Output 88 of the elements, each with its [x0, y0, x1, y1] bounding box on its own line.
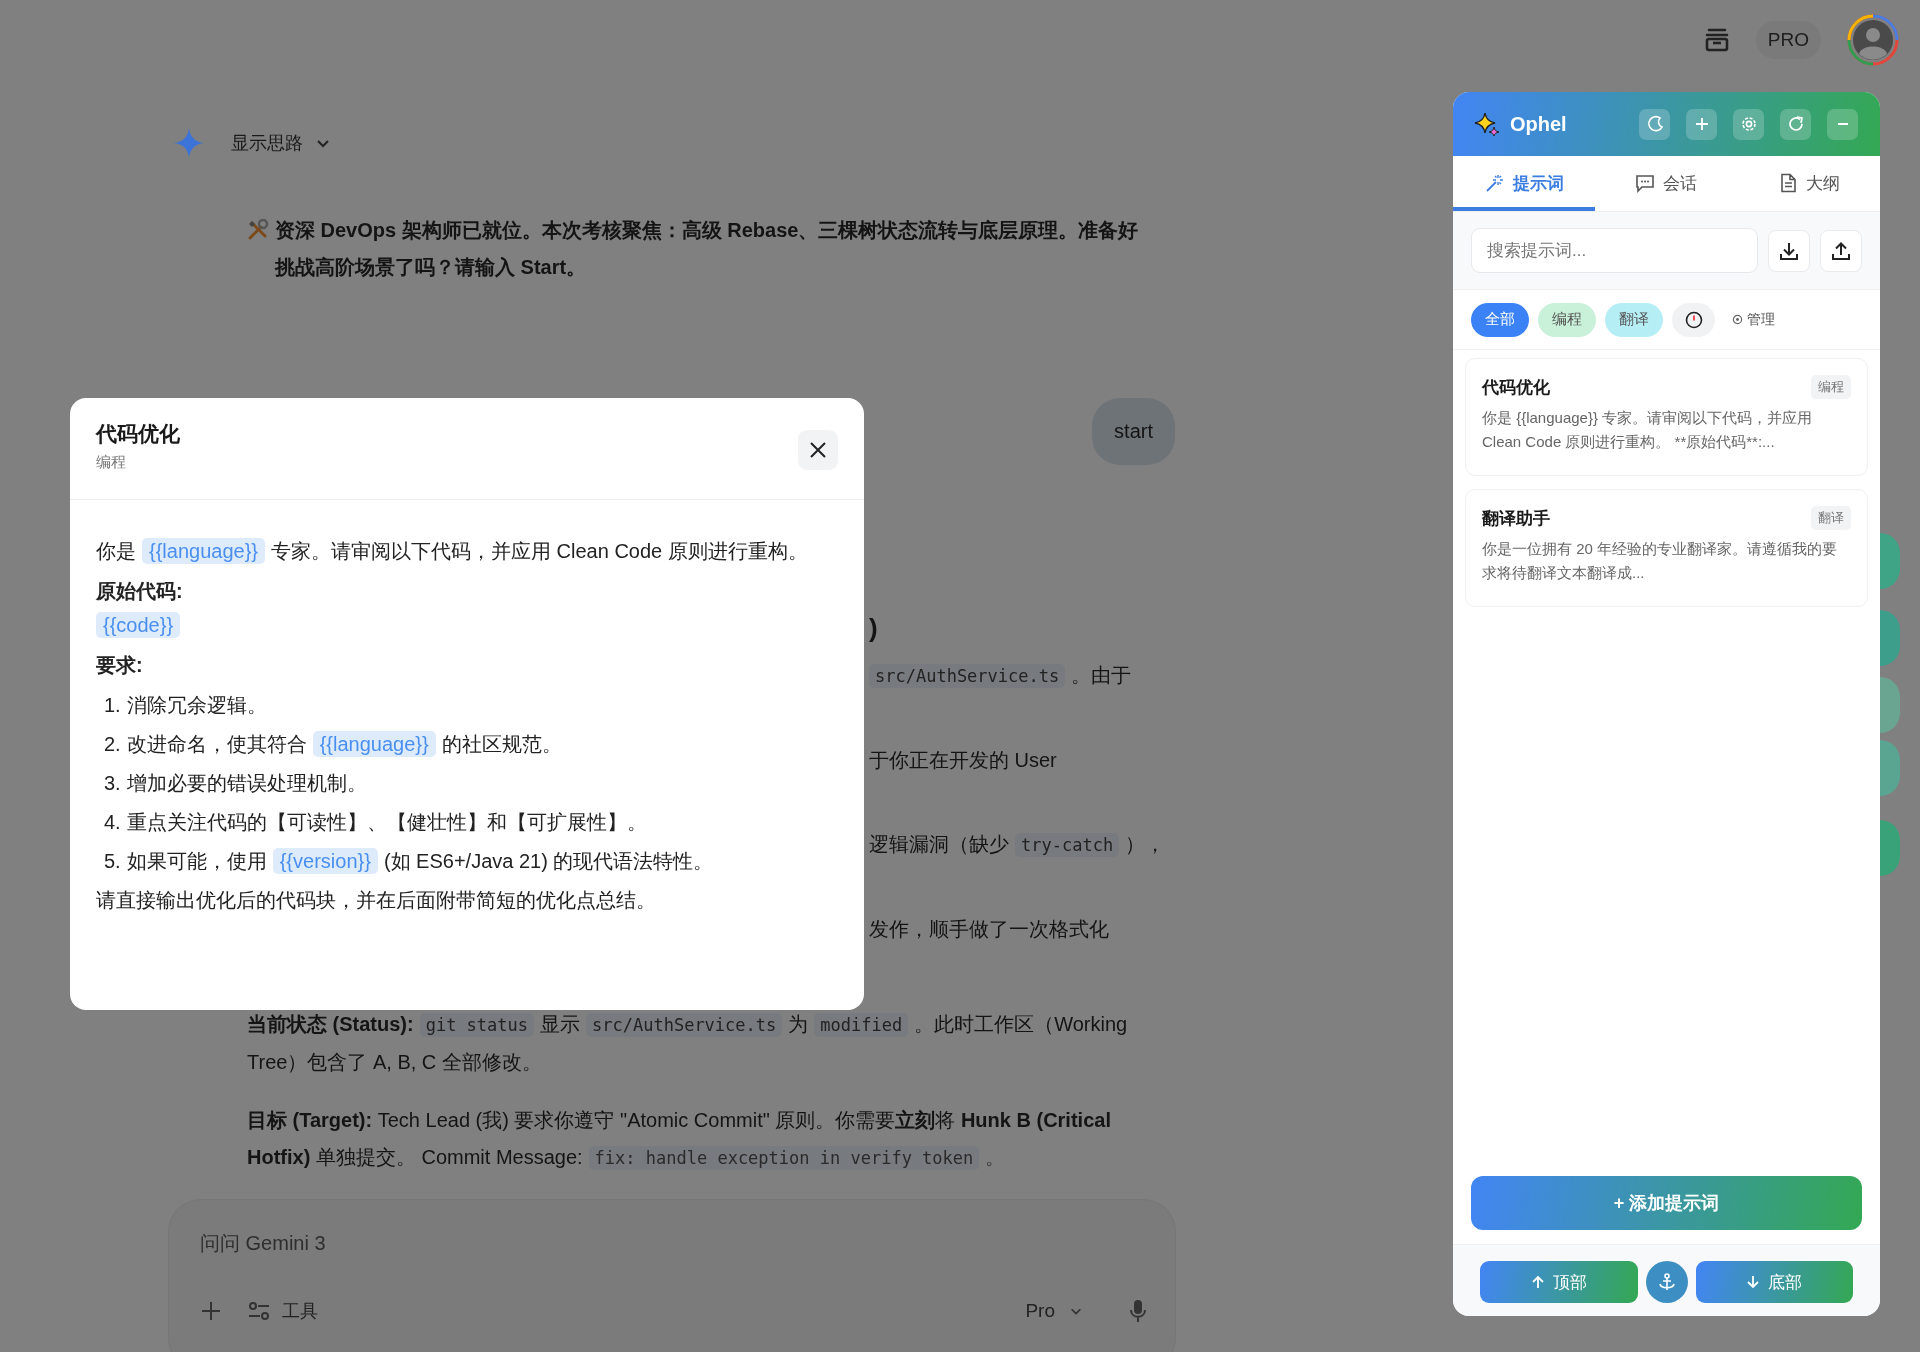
prompt-card[interactable]: 代码优化 编程 你是 {{language}} 专家。请审阅以下代码，并应用 Clean Code 原则进行重构。 **原始代码**:... — [1465, 358, 1868, 476]
magic-wand-icon — [1484, 173, 1505, 193]
text: ) — [869, 613, 878, 643]
recent-filter-button[interactable] — [1672, 302, 1715, 337]
text: 于你正在开发的 User — [869, 749, 1057, 771]
text: 你是 — [96, 540, 136, 562]
clock-icon — [1684, 310, 1703, 329]
inline-code: src/AuthService.ts — [869, 664, 1066, 688]
prompt-title: 代码优化 — [1482, 376, 1550, 399]
moon-icon — [1645, 115, 1664, 133]
microphone-icon[interactable] — [1129, 1299, 1147, 1323]
stack-icon[interactable] — [1703, 28, 1730, 52]
arrow-up-icon — [1530, 1275, 1545, 1289]
template-variable: {{language}} — [142, 538, 266, 564]
prompt-input[interactable]: 问问 Gemini 3 工具 Pro — [169, 1200, 1175, 1352]
close-icon — [809, 441, 827, 459]
plan-badge: PRO — [1755, 21, 1821, 59]
inline-code: try-catch — [1015, 833, 1120, 857]
avatar[interactable] — [1847, 14, 1899, 66]
prompt-preview: 你是 {{language}} 专家。请审阅以下代码，并应用 Clean Code 原则进行重构。 **原始代码**:... — [1482, 408, 1814, 452]
list-number: 5. — [104, 850, 121, 872]
tools-icon — [247, 219, 269, 241]
list-number: 3. — [104, 772, 121, 794]
refresh-button[interactable] — [1780, 108, 1811, 140]
minimize-icon — [1837, 123, 1848, 125]
message-paragraph: 目标 (Target): Tech Lead (我) 要求你遵守 "Atomic Commit" 原则。你需要立刻将 Hunk B (Critical Hotfix) 单独提交。 Commit Message: fix: handle exception in verify token 。 — [247, 1108, 1112, 1172]
template-variable: {{language}} — [312, 731, 436, 757]
text: 增加必要的错误处理机制。 — [126, 772, 367, 794]
text: 请直接输出优化后的代码块，并在后面附带简短的优化点总结。 — [96, 889, 656, 911]
sparkles-icon — [1474, 111, 1500, 137]
import-button[interactable] — [1768, 229, 1810, 272]
message-text: 资深 DevOps 架构师已就位。本次考核聚焦：高级 Rebase、三棵树状态流转与底层原理。准备好挑战高阶场景了吗？请输入 Start。 — [275, 218, 1140, 280]
placeholder-text: 问问 Gemini 3 — [200, 1231, 327, 1256]
category-tag: 编程 — [1811, 375, 1851, 399]
prompt-preview: 你是一位拥有 20 年经验的专业翻译家。请遵循我的要求将待翻译文本翻译成... — [1482, 539, 1839, 583]
settings-button[interactable] — [1733, 108, 1764, 140]
plus-icon[interactable] — [200, 1300, 222, 1322]
search-field[interactable]: 搜索提示词... — [1471, 228, 1758, 273]
message-paragraph: 当前状态 (Status): git status 显示 src/AuthService.ts 为 modified 。此时工作区（Working Tree）包含了 A, B, C 全部修改。 — [247, 1012, 1129, 1075]
user-message: start — [1092, 398, 1175, 465]
text: 消除冗余逻辑。 — [126, 694, 267, 716]
filter-chip[interactable]: 全部 — [1471, 302, 1529, 337]
scroll-bottom-button[interactable]: 底部 — [1695, 1261, 1853, 1303]
text: 发作，顺手做了一次格式化 — [869, 918, 1109, 940]
filter-chip[interactable]: 翻译 — [1605, 302, 1663, 337]
section-heading: 要求: — [96, 653, 144, 678]
tools-button[interactable]: 工具 — [248, 1299, 318, 1323]
chat-bubble-icon — [1635, 173, 1656, 193]
category-tag: 翻译 — [1811, 506, 1851, 530]
section-heading: 原始代码: — [96, 579, 184, 604]
prompt-title: 翻译助手 — [1482, 507, 1550, 530]
text: 逻辑漏洞（缺少 — [869, 833, 1009, 855]
text: 专家。请审阅以下代码，并应用 Clean Code 原则进行重构。 — [271, 540, 808, 562]
moon-button[interactable] — [1639, 108, 1670, 140]
template-variable: {{code}} — [96, 612, 181, 638]
list-number: 4. — [104, 811, 121, 833]
text: 重点关注代码的【可读性】、【健壮性】和【可扩展性】。 — [126, 811, 647, 833]
model-selector[interactable]: Pro — [1025, 1300, 1103, 1322]
add-prompt-button[interactable]: + 添加提示词 — [1471, 1176, 1862, 1230]
text: 。由于 — [1071, 664, 1132, 686]
panel-title: Ophel — [1510, 112, 1567, 136]
prompt-card[interactable]: 翻译助手 翻译 你是一位拥有 20 年经验的专业翻译家。请遵循我的要求将待翻译文本翻译成... — [1465, 489, 1868, 607]
text: 的社区规范。 — [441, 733, 562, 755]
text: (如 ES6+/Java 21) 的现代语法特性。 — [383, 850, 714, 872]
template-variable: {{version}} — [272, 848, 378, 874]
arrow-down-icon — [1746, 1275, 1761, 1289]
show-thinking-toggle[interactable]: 显示思路 — [227, 127, 335, 159]
filter-chip[interactable]: 编程 — [1538, 302, 1596, 337]
sparkle-icon — [173, 127, 205, 159]
refresh-icon — [1786, 115, 1805, 133]
export-button[interactable] — [1820, 229, 1862, 272]
plus-button[interactable] — [1686, 108, 1717, 140]
anchor-button[interactable] — [1645, 1261, 1688, 1303]
sliders-icon — [248, 1302, 270, 1320]
upload-icon — [1831, 240, 1851, 261]
text: ）， — [1125, 833, 1166, 855]
download-icon — [1779, 240, 1799, 261]
text: 如果可能，使用 — [126, 850, 267, 872]
settings-icon — [1739, 115, 1758, 133]
scroll-top-button[interactable]: 顶部 — [1480, 1261, 1638, 1303]
settings-icon — [1732, 314, 1743, 325]
list-number: 2. — [104, 733, 121, 755]
close-button[interactable] — [798, 430, 838, 470]
dialog-title: 代码优化 — [96, 421, 180, 447]
text: 改进命名，使其符合 — [126, 733, 307, 755]
list-number: 1. — [104, 694, 121, 716]
category-label: 编程 — [96, 453, 127, 472]
anchor-icon — [1656, 1272, 1677, 1292]
